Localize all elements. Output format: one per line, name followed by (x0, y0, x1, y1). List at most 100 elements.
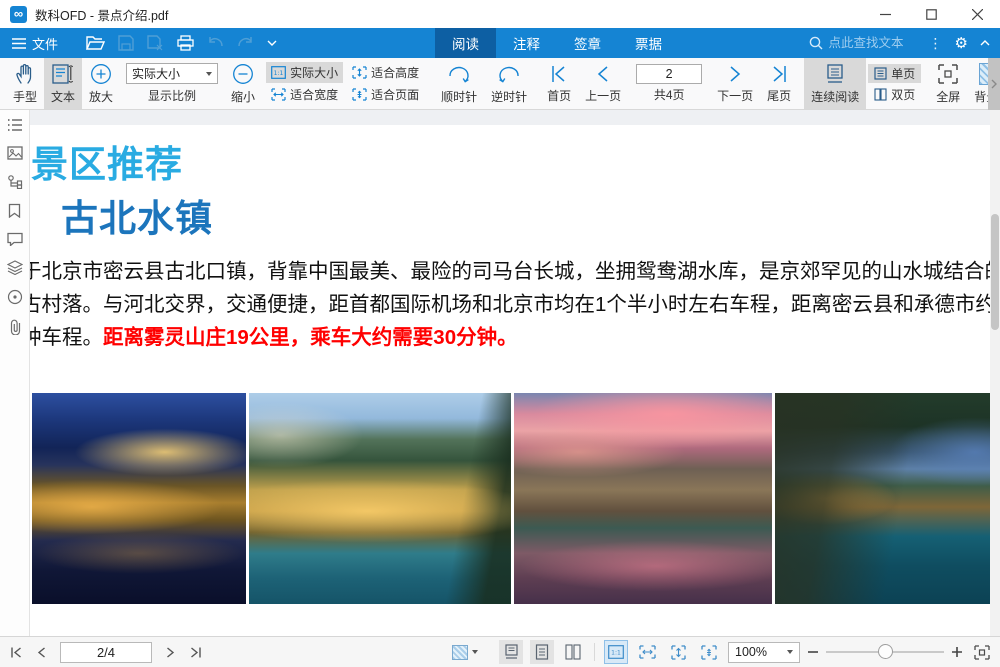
layers-icon[interactable] (7, 260, 23, 275)
text-select-icon (52, 63, 74, 85)
sb-actual-size-button[interactable]: 1:1 (604, 640, 628, 664)
minimize-button[interactable] (862, 0, 908, 28)
zoom-plus-icon[interactable] (951, 646, 963, 658)
fit-page-button[interactable]: 适合页面 (347, 85, 424, 106)
tab-read[interactable]: 阅读 (435, 28, 496, 58)
sb-fit-width-icon (639, 645, 656, 659)
document-page[interactable]: 景区推荐 古北水镇 于北京市密云县古北口镇，背靠中国最美、最险的司马台长城，坐拥… (30, 110, 1000, 636)
fit-width-button[interactable]: 适合宽度 (266, 85, 343, 106)
outline-icon[interactable] (7, 118, 23, 132)
svg-text:1:1: 1:1 (274, 70, 284, 77)
sb-continuous-icon (504, 644, 519, 660)
single-page-button[interactable]: 单页 (868, 64, 921, 83)
sb-background-picker[interactable] (452, 637, 478, 667)
more-options-icon[interactable]: ⋮ (929, 35, 943, 52)
rotate-counterclockwise-button[interactable]: 逆时针 (484, 58, 534, 109)
file-menu-label: 文件 (32, 34, 58, 53)
photo-gubei-canal-evening (775, 393, 1000, 604)
sb-fit-width-button[interactable] (635, 640, 659, 664)
maximize-button[interactable] (908, 0, 954, 28)
window-title: 数科OFD - 景点介绍.pdf (35, 5, 168, 24)
next-page-label: 下一页 (717, 87, 753, 104)
print-icon[interactable] (177, 35, 194, 51)
chevron-right-icon (991, 79, 997, 89)
separator (594, 643, 595, 661)
page-total-label: 共4页 (654, 86, 685, 103)
rotate-clockwise-button[interactable]: 顺时针 (434, 58, 484, 109)
sb-fit-height-button[interactable] (666, 640, 690, 664)
fullscreen-button[interactable]: 全屏 (929, 58, 967, 109)
comment-icon[interactable] (7, 232, 23, 246)
first-page-label: 首页 (547, 87, 571, 104)
sb-single-page-button[interactable] (530, 640, 554, 664)
sb-prev-page-icon[interactable] (37, 646, 46, 659)
vertical-scrollbar[interactable] (990, 110, 1000, 636)
tab-invoice[interactable]: 票据 (618, 28, 679, 58)
zoom-slider[interactable] (826, 642, 944, 662)
undo-icon (207, 37, 224, 50)
sb-fit-height-icon (671, 645, 686, 660)
scrollbar-thumb[interactable] (991, 214, 999, 330)
zoom-out-button[interactable]: 缩小 (224, 58, 262, 109)
sb-last-page-icon[interactable] (189, 646, 202, 659)
zoom-minus-icon[interactable] (807, 646, 819, 658)
page-layout-group: 单页 双页 (866, 58, 923, 109)
zoom-ratio-dropdown[interactable]: 实际大小 (126, 63, 218, 84)
sb-fit-page-icon (701, 645, 717, 660)
thumbnail-icon[interactable] (7, 146, 23, 160)
sb-continuous-mode-button[interactable] (499, 640, 523, 664)
sb-page-indicator-input[interactable] (60, 642, 152, 663)
hand-tool-button[interactable]: 手型 (6, 58, 44, 109)
sb-fit-page-button[interactable] (697, 640, 721, 664)
prev-page-button[interactable]: 上一页 (578, 58, 628, 109)
prev-page-icon (596, 64, 610, 84)
bookmark-icon[interactable] (8, 203, 21, 218)
double-page-button[interactable]: 双页 (868, 85, 921, 104)
sb-fullscreen-button[interactable] (970, 640, 994, 664)
tab-annotate[interactable]: 注释 (496, 28, 557, 58)
next-page-icon (728, 64, 742, 84)
first-page-button[interactable]: 首页 (540, 58, 578, 109)
page-number-input[interactable] (636, 64, 702, 84)
text-select-button[interactable]: 文本 (44, 58, 82, 109)
fit-height-button[interactable]: 适合高度 (347, 62, 424, 83)
fullscreen-label: 全屏 (936, 88, 960, 105)
fullscreen-icon (937, 63, 959, 85)
sb-next-page-icon[interactable] (166, 646, 175, 659)
app-logo-icon: ∞ (10, 6, 27, 23)
toolbar-collapse-button[interactable] (988, 58, 1000, 110)
photo-gubei-dusk-aerial (249, 393, 511, 604)
fit-actual-size-button[interactable]: 1:1 实际大小 (266, 62, 343, 83)
continuous-read-button[interactable]: 连续阅读 (804, 58, 866, 109)
toolbar-more-chevron-icon[interactable] (267, 40, 277, 46)
navigation-sidebar (0, 110, 30, 636)
photo-gubei-night (32, 393, 246, 604)
doc-heading-2: 古北水镇 (61, 188, 213, 242)
close-button[interactable] (954, 0, 1000, 28)
settings-gear-icon[interactable]: ⚙ (955, 34, 968, 52)
next-page-button[interactable]: 下一页 (710, 58, 760, 109)
destination-icon[interactable] (7, 289, 23, 305)
sb-first-page-icon[interactable] (10, 646, 23, 659)
structure-icon[interactable] (7, 174, 23, 189)
open-file-icon[interactable] (86, 35, 105, 51)
last-page-button[interactable]: 尾页 (760, 58, 798, 109)
rotate-cw-label: 顺时针 (441, 88, 477, 105)
search-input[interactable] (829, 36, 917, 50)
fit-mode-group: 1:1 实际大小 适合高度 适合宽度 适合页面 (262, 58, 428, 109)
zoom-level-dropdown[interactable]: 100% (728, 642, 800, 663)
zoom-in-button[interactable]: 放大 (82, 58, 120, 109)
file-menu-button[interactable]: 文件 (12, 34, 58, 53)
rotate-clockwise-icon (447, 63, 471, 85)
attachment-icon[interactable] (8, 319, 22, 335)
save-icon (118, 35, 134, 51)
sb-double-page-button[interactable] (561, 640, 585, 664)
zoom-out-label: 缩小 (231, 88, 255, 105)
zoom-slider-thumb[interactable] (878, 644, 893, 659)
first-page-icon (550, 64, 568, 84)
fit-width-icon (271, 88, 286, 101)
search-box[interactable] (809, 36, 917, 50)
fit-page-icon (352, 88, 367, 101)
tab-signature[interactable]: 签章 (557, 28, 618, 58)
collapse-ribbon-icon[interactable] (980, 40, 990, 46)
